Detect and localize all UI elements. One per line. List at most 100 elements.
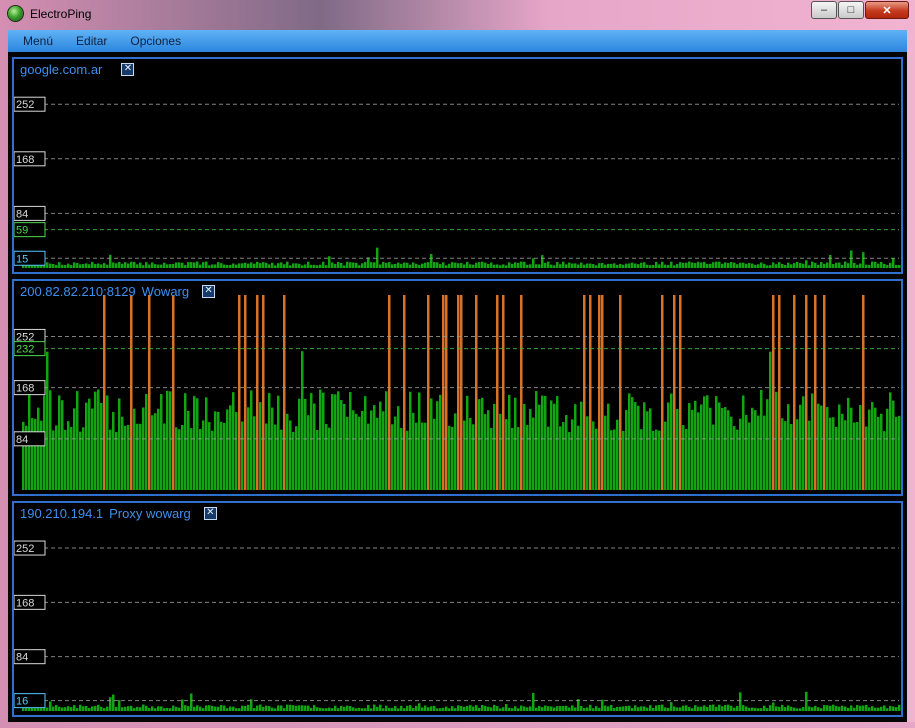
latency-bar <box>298 705 301 711</box>
latency-bar <box>151 415 154 490</box>
latency-bar <box>898 704 901 711</box>
latency-bar <box>445 706 448 711</box>
latency-bar <box>310 393 313 490</box>
latency-bar <box>802 707 805 711</box>
latency-bar <box>574 707 577 711</box>
latency-bar <box>592 264 595 268</box>
close-window-button[interactable]: ✕ <box>865 1 909 19</box>
latency-bar <box>316 707 319 711</box>
latency-bar <box>316 265 319 268</box>
latency-bar <box>469 418 472 490</box>
latency-bar <box>712 424 715 490</box>
latency-bar <box>715 706 718 711</box>
latency-bar <box>151 706 154 711</box>
latency-bar <box>676 264 679 268</box>
latency-bar <box>520 261 523 268</box>
latency-bar <box>148 707 151 711</box>
latency-bar <box>490 262 493 268</box>
latency-bar <box>157 264 160 268</box>
latency-bar <box>247 263 250 268</box>
remove-panel-button[interactable]: ✕ <box>203 507 217 520</box>
maximize-button[interactable]: □ <box>838 1 864 19</box>
latency-bar <box>550 264 553 268</box>
latency-bar <box>673 265 676 268</box>
latency-bar <box>178 262 181 268</box>
latency-bar <box>574 263 577 268</box>
tick-label: 15 <box>16 253 28 265</box>
latency-bar <box>889 262 892 268</box>
latency-bar <box>139 423 142 490</box>
latency-bar <box>280 262 283 268</box>
latency-bar <box>478 707 481 711</box>
latency-bar <box>181 262 184 268</box>
menu-item-editar[interactable]: Editar <box>68 34 115 48</box>
latency-bar <box>370 410 373 490</box>
latency-bar <box>121 263 124 268</box>
latency-bar <box>367 704 370 711</box>
latency-bar <box>442 262 445 268</box>
latency-bar <box>262 706 265 711</box>
latency-bar <box>451 426 454 490</box>
latency-bar <box>58 262 61 268</box>
latency-bar <box>565 415 568 490</box>
latency-bar <box>817 264 820 268</box>
latency-bar <box>505 265 508 268</box>
latency-bar <box>508 394 511 490</box>
latency-bar <box>889 705 892 711</box>
latency-bar <box>457 705 460 711</box>
latency-bar <box>697 261 700 268</box>
latency-bar <box>160 394 163 490</box>
timeout-bar <box>778 295 781 490</box>
latency-bar <box>775 706 778 711</box>
menu-item-opciones[interactable]: Opciones <box>122 34 189 48</box>
latency-bar <box>829 254 832 268</box>
latency-bar <box>61 264 64 268</box>
latency-bar <box>751 263 754 268</box>
menu-bar: Menú Editar Opciones <box>8 30 907 52</box>
latency-bar <box>58 706 61 711</box>
latency-bar <box>847 263 850 268</box>
latency-bar <box>331 708 334 711</box>
latency-bar <box>406 262 409 268</box>
latency-bar <box>40 420 43 490</box>
latency-bar <box>871 261 874 268</box>
latency-bar <box>466 705 469 711</box>
timeout-bar <box>814 295 817 490</box>
latency-bar <box>82 706 85 711</box>
window-title: ElectroPing <box>30 7 92 21</box>
latency-bar <box>94 705 97 711</box>
latency-bar <box>328 707 331 711</box>
latency-bar <box>283 264 286 268</box>
latency-bar <box>139 262 142 268</box>
latency-bar <box>337 708 340 711</box>
latency-bar <box>496 706 499 711</box>
tick-label: 84 <box>16 208 28 220</box>
title-bar[interactable]: ElectroPing ‒ □ ✕ <box>0 0 915 28</box>
latency-bar <box>535 391 538 490</box>
remove-panel-button[interactable]: ✕ <box>121 63 135 76</box>
latency-bar <box>259 704 262 711</box>
latency-bar <box>745 263 748 268</box>
remove-panel-button[interactable]: ✕ <box>202 285 216 298</box>
minimize-button[interactable]: ‒ <box>811 1 837 19</box>
latency-bar <box>469 264 472 268</box>
latency-bar <box>883 431 886 490</box>
latency-bar <box>835 262 838 268</box>
latency-bar <box>664 264 667 268</box>
latency-bar <box>223 705 226 711</box>
menu-item-menu[interactable]: Menú <box>15 34 61 48</box>
latency-bar <box>739 418 742 490</box>
latency-bar <box>76 263 79 268</box>
latency-bar <box>844 706 847 711</box>
latency-bar <box>46 262 49 268</box>
latency-bar <box>841 413 844 490</box>
latency-bar <box>793 707 796 711</box>
latency-bar <box>544 705 547 711</box>
latency-bar <box>346 261 349 268</box>
latency-bar <box>268 393 271 490</box>
latency-bar <box>874 407 877 490</box>
latency-bar <box>427 262 430 268</box>
latency-bar <box>727 263 730 268</box>
latency-bar <box>781 418 784 490</box>
latency-bar <box>109 254 112 268</box>
